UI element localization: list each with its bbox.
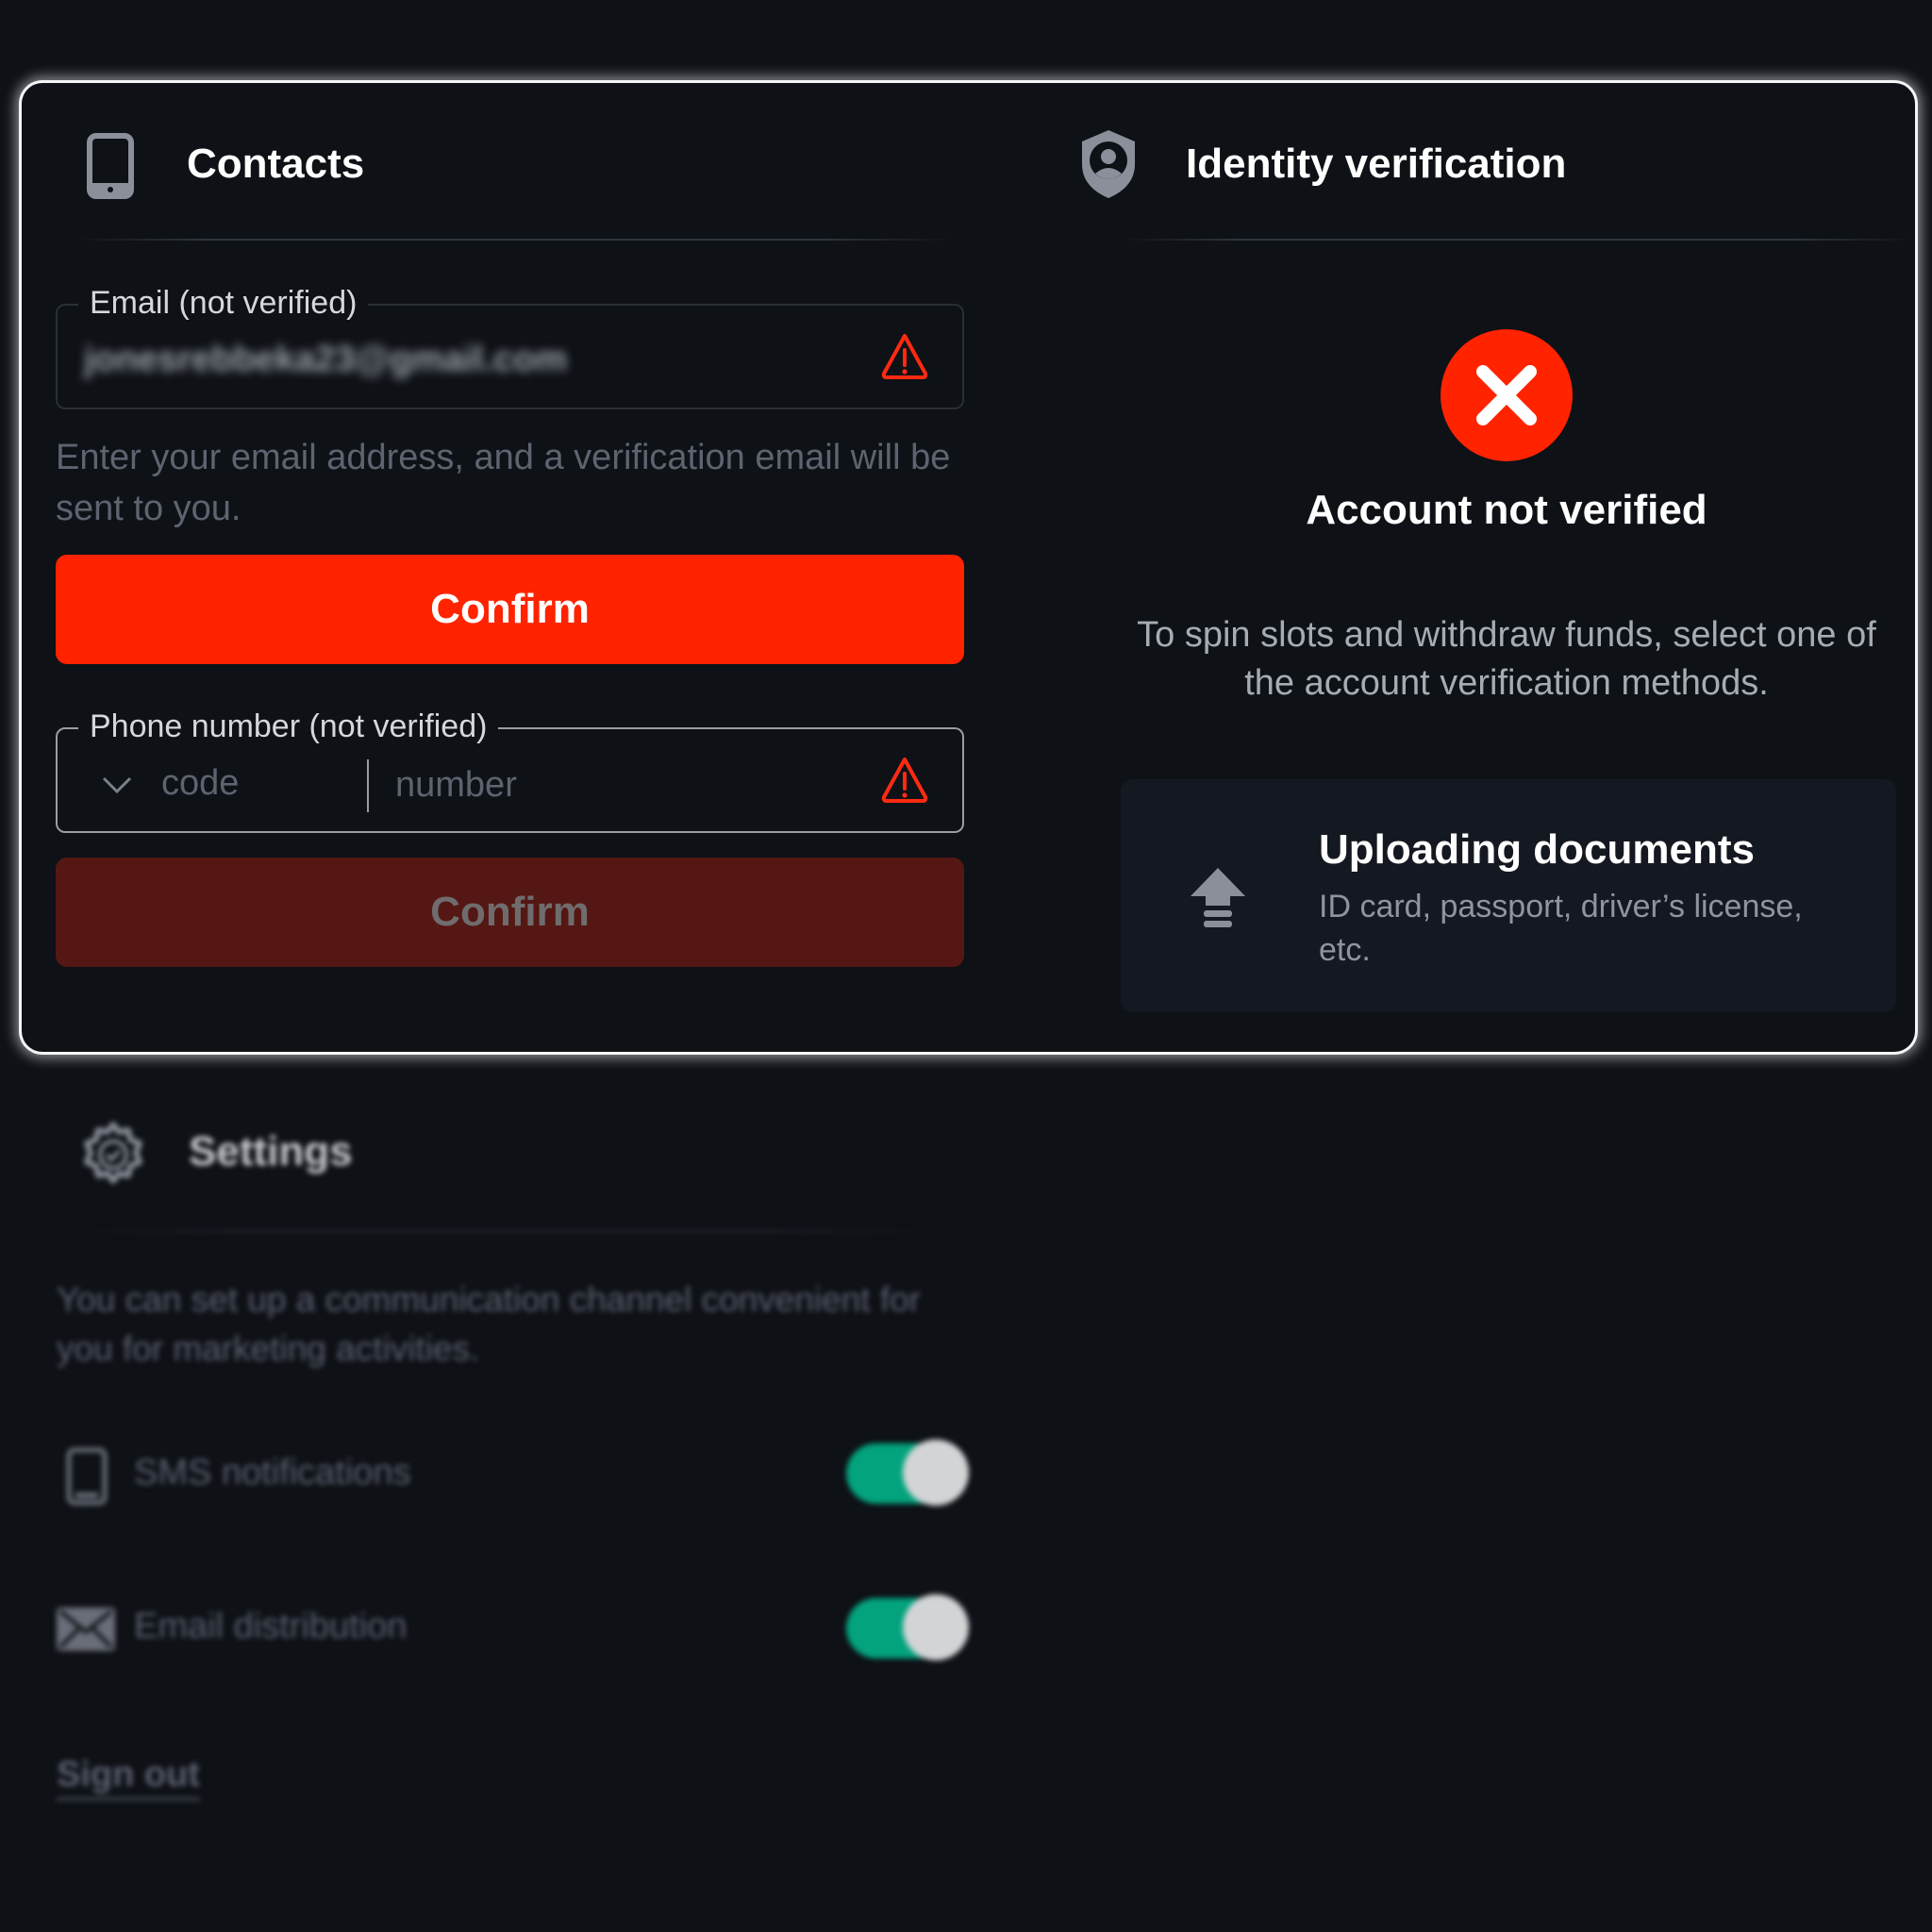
sms-notifications-label: SMS notifications: [134, 1453, 411, 1492]
upload-icon: [1191, 868, 1245, 927]
phone-icon: [66, 1447, 108, 1506]
shield-user-icon: [1082, 130, 1135, 198]
verification-status-description: To spin slots and withdraw funds, select…: [1137, 615, 1876, 703]
gear-check-icon: [84, 1122, 142, 1184]
upload-documents-title: Uploading documents: [1319, 826, 1755, 873]
warning-icon: [881, 758, 928, 803]
contacts-divider: [74, 239, 956, 241]
error-circle-icon: [1441, 329, 1573, 461]
upload-documents-description: ID card, passport, driver’s license, etc…: [1319, 889, 1803, 968]
envelope-icon: [57, 1607, 115, 1651]
phone-code-select[interactable]: code: [161, 763, 239, 804]
identity-title: Identity verification: [1186, 141, 1567, 187]
phone-field-label: Phone number (not verified): [78, 708, 499, 745]
warning-icon: [881, 334, 928, 379]
phone-icon: [87, 133, 134, 199]
email-value: jonesrebbeka23@gmail.com: [84, 340, 568, 379]
email-confirm-button[interactable]: Confirm: [56, 555, 964, 664]
identity-divider: [1120, 239, 1915, 241]
phone-field: Phone number (not verified) code number: [56, 708, 964, 833]
upload-documents-option[interactable]: Uploading documents ID card, passport, d…: [1121, 779, 1896, 1012]
sign-out-link[interactable]: Sign out: [57, 1755, 200, 1801]
chevron-down-icon[interactable]: [101, 774, 133, 795]
phone-number-input[interactable]: number: [395, 765, 517, 806]
email-distribution-toggle[interactable]: [846, 1594, 969, 1660]
email-field[interactable]: Email (not verified) jonesrebbeka23@gmai…: [56, 285, 964, 409]
profile-card: Contacts Email (not verified) jonesrebbe…: [22, 83, 1915, 1052]
verification-status-title: Account not verified: [1306, 487, 1707, 533]
phone-separator: [367, 759, 369, 812]
toggle-knob: [903, 1440, 969, 1506]
settings-description: You can set up a communication channel c…: [57, 1280, 922, 1368]
email-help-text: Enter your email address, and a verifica…: [56, 438, 951, 528]
email-distribution-label: Email distribution: [134, 1607, 408, 1646]
settings-title: Settings: [189, 1128, 353, 1174]
toggle-knob: [903, 1594, 969, 1660]
phone-confirm-button[interactable]: Confirm: [56, 858, 964, 967]
email-field-label: Email (not verified): [78, 285, 369, 322]
contacts-title: Contacts: [187, 141, 365, 187]
sms-notifications-toggle[interactable]: [846, 1440, 969, 1506]
settings-divider: [74, 1230, 934, 1232]
